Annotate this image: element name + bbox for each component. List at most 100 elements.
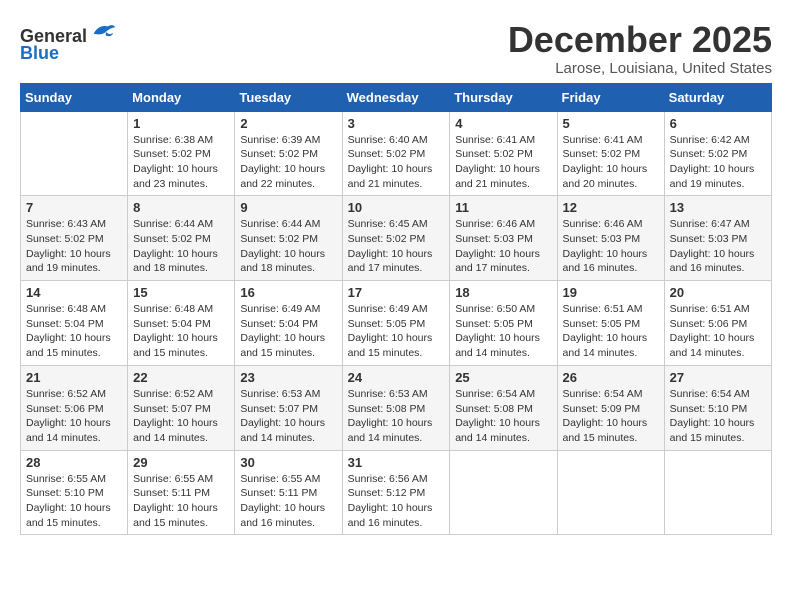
calendar-cell: 14 Sunrise: 6:48 AMSunset: 5:04 PMDayligh… <box>21 281 128 366</box>
day-number: 29 <box>133 455 229 470</box>
calendar-cell: 5 Sunrise: 6:41 AMSunset: 5:02 PMDaylight… <box>557 111 664 196</box>
calendar-cell: 17 Sunrise: 6:49 AMSunset: 5:05 PMDayligh… <box>342 281 450 366</box>
day-info: Sunrise: 6:54 AMSunset: 5:09 PMDaylight:… <box>563 387 659 446</box>
logo-text-block: General Blue <box>20 20 117 64</box>
calendar-week-row: 1Sunrise: 6:38 AMSunset: 5:02 PMDaylight… <box>21 111 772 196</box>
day-number: 28 <box>26 455 122 470</box>
day-number: 5 <box>563 116 659 131</box>
day-number: 20 <box>670 285 766 300</box>
calendar-cell: 3 Sunrise: 6:40 AMSunset: 5:02 PMDaylight… <box>342 111 450 196</box>
day-number: 3 <box>348 116 445 131</box>
month-title: December 2025 <box>508 20 772 60</box>
day-info: Sunrise: 6:53 AMSunset: 5:08 PMDaylight:… <box>348 387 445 446</box>
calendar-week-row: 28 Sunrise: 6:55 AMSunset: 5:10 PMDayligh… <box>21 450 772 535</box>
day-info: Sunrise: 6:47 AMSunset: 5:03 PMDaylight:… <box>670 217 766 276</box>
day-info: Sunrise: 6:49 AMSunset: 5:05 PMDaylight:… <box>348 302 445 361</box>
calendar-cell: 20 Sunrise: 6:51 AMSunset: 5:06 PMDayligh… <box>664 281 771 366</box>
col-thursday: Thursday <box>450 83 557 111</box>
day-info: Sunrise: 6:41 AMSunset: 5:02 PMDaylight:… <box>563 133 659 192</box>
day-info: Sunrise: 6:44 AMSunset: 5:02 PMDaylight:… <box>133 217 229 276</box>
day-number: 19 <box>563 285 659 300</box>
calendar-cell: 22Sunrise: 6:52 AMSunset: 5:07 PMDayligh… <box>128 365 235 450</box>
day-info: Sunrise: 6:53 AMSunset: 5:07 PMDaylight:… <box>240 387 336 446</box>
day-info: Sunrise: 6:39 AMSunset: 5:02 PMDaylight:… <box>240 133 336 192</box>
day-info: Sunrise: 6:55 AMSunset: 5:10 PMDaylight:… <box>26 472 122 531</box>
day-number: 18 <box>455 285 551 300</box>
day-number: 11 <box>455 200 551 215</box>
day-number: 16 <box>240 285 336 300</box>
calendar-cell <box>557 450 664 535</box>
calendar-cell: 31 Sunrise: 6:56 AMSunset: 5:12 PMDayligh… <box>342 450 450 535</box>
day-info: Sunrise: 6:40 AMSunset: 5:02 PMDaylight:… <box>348 133 445 192</box>
col-monday: Monday <box>128 83 235 111</box>
day-number: 13 <box>670 200 766 215</box>
day-number: 12 <box>563 200 659 215</box>
calendar-cell: 27 Sunrise: 6:54 AMSunset: 5:10 PMDayligh… <box>664 365 771 450</box>
day-info: Sunrise: 6:54 AMSunset: 5:08 PMDaylight:… <box>455 387 551 446</box>
title-block: December 2025 Larose, Louisiana, United … <box>508 20 772 77</box>
calendar-cell: 2 Sunrise: 6:39 AMSunset: 5:02 PMDaylight… <box>235 111 342 196</box>
calendar-cell: 1Sunrise: 6:38 AMSunset: 5:02 PMDaylight… <box>128 111 235 196</box>
day-info: Sunrise: 6:43 AMSunset: 5:02 PMDaylight:… <box>26 217 122 276</box>
logo: General Blue <box>20 20 117 64</box>
calendar-cell: 28 Sunrise: 6:55 AMSunset: 5:10 PMDayligh… <box>21 450 128 535</box>
col-wednesday: Wednesday <box>342 83 450 111</box>
day-info: Sunrise: 6:44 AMSunset: 5:02 PMDaylight:… <box>240 217 336 276</box>
day-number: 8 <box>133 200 229 215</box>
day-number: 27 <box>670 370 766 385</box>
calendar-cell: 7 Sunrise: 6:43 AMSunset: 5:02 PMDaylight… <box>21 196 128 281</box>
day-number: 2 <box>240 116 336 131</box>
col-friday: Friday <box>557 83 664 111</box>
calendar-cell <box>21 111 128 196</box>
day-number: 26 <box>563 370 659 385</box>
calendar-cell: 6Sunrise: 6:42 AMSunset: 5:02 PMDaylight… <box>664 111 771 196</box>
day-number: 17 <box>348 285 445 300</box>
day-number: 14 <box>26 285 122 300</box>
day-info: Sunrise: 6:46 AMSunset: 5:03 PMDaylight:… <box>563 217 659 276</box>
calendar-cell <box>664 450 771 535</box>
day-number: 30 <box>240 455 336 470</box>
day-info: Sunrise: 6:41 AMSunset: 5:02 PMDaylight:… <box>455 133 551 192</box>
day-number: 10 <box>348 200 445 215</box>
day-number: 31 <box>348 455 445 470</box>
day-info: Sunrise: 6:55 AMSunset: 5:11 PMDaylight:… <box>240 472 336 531</box>
calendar-cell: 30 Sunrise: 6:55 AMSunset: 5:11 PMDayligh… <box>235 450 342 535</box>
day-number: 1 <box>133 116 229 131</box>
day-info: Sunrise: 6:52 AMSunset: 5:06 PMDaylight:… <box>26 387 122 446</box>
col-sunday: Sunday <box>21 83 128 111</box>
day-number: 23 <box>240 370 336 385</box>
day-info: Sunrise: 6:51 AMSunset: 5:06 PMDaylight:… <box>670 302 766 361</box>
page: General Blue December 2025 Larose, Louis… <box>0 0 792 555</box>
calendar-table: Sunday Monday Tuesday Wednesday Thursday… <box>20 83 772 536</box>
calendar-header-row: Sunday Monday Tuesday Wednesday Thursday… <box>21 83 772 111</box>
calendar-cell: 18 Sunrise: 6:50 AMSunset: 5:05 PMDayligh… <box>450 281 557 366</box>
calendar-cell: 11 Sunrise: 6:46 AMSunset: 5:03 PMDayligh… <box>450 196 557 281</box>
calendar-week-row: 14 Sunrise: 6:48 AMSunset: 5:04 PMDayligh… <box>21 281 772 366</box>
calendar-cell <box>450 450 557 535</box>
day-number: 6 <box>670 116 766 131</box>
day-number: 24 <box>348 370 445 385</box>
day-info: Sunrise: 6:51 AMSunset: 5:05 PMDaylight:… <box>563 302 659 361</box>
day-number: 4 <box>455 116 551 131</box>
day-number: 7 <box>26 200 122 215</box>
header: General Blue December 2025 Larose, Louis… <box>20 20 772 77</box>
day-info: Sunrise: 6:54 AMSunset: 5:10 PMDaylight:… <box>670 387 766 446</box>
col-saturday: Saturday <box>664 83 771 111</box>
calendar-cell: 21Sunrise: 6:52 AMSunset: 5:06 PMDayligh… <box>21 365 128 450</box>
logo-bird-icon <box>89 20 117 42</box>
calendar-cell: 4 Sunrise: 6:41 AMSunset: 5:02 PMDaylight… <box>450 111 557 196</box>
calendar-cell: 26 Sunrise: 6:54 AMSunset: 5:09 PMDayligh… <box>557 365 664 450</box>
day-info: Sunrise: 6:46 AMSunset: 5:03 PMDaylight:… <box>455 217 551 276</box>
calendar-cell: 19 Sunrise: 6:51 AMSunset: 5:05 PMDayligh… <box>557 281 664 366</box>
day-info: Sunrise: 6:50 AMSunset: 5:05 PMDaylight:… <box>455 302 551 361</box>
calendar-cell: 13 Sunrise: 6:47 AMSunset: 5:03 PMDayligh… <box>664 196 771 281</box>
day-info: Sunrise: 6:52 AMSunset: 5:07 PMDaylight:… <box>133 387 229 446</box>
day-number: 15 <box>133 285 229 300</box>
calendar-cell: 10Sunrise: 6:45 AMSunset: 5:02 PMDayligh… <box>342 196 450 281</box>
day-info: Sunrise: 6:48 AMSunset: 5:04 PMDaylight:… <box>26 302 122 361</box>
col-tuesday: Tuesday <box>235 83 342 111</box>
calendar-cell: 9Sunrise: 6:44 AMSunset: 5:02 PMDaylight… <box>235 196 342 281</box>
calendar-cell: 15Sunrise: 6:48 AMSunset: 5:04 PMDayligh… <box>128 281 235 366</box>
day-info: Sunrise: 6:56 AMSunset: 5:12 PMDaylight:… <box>348 472 445 531</box>
calendar-cell: 8 Sunrise: 6:44 AMSunset: 5:02 PMDaylight… <box>128 196 235 281</box>
